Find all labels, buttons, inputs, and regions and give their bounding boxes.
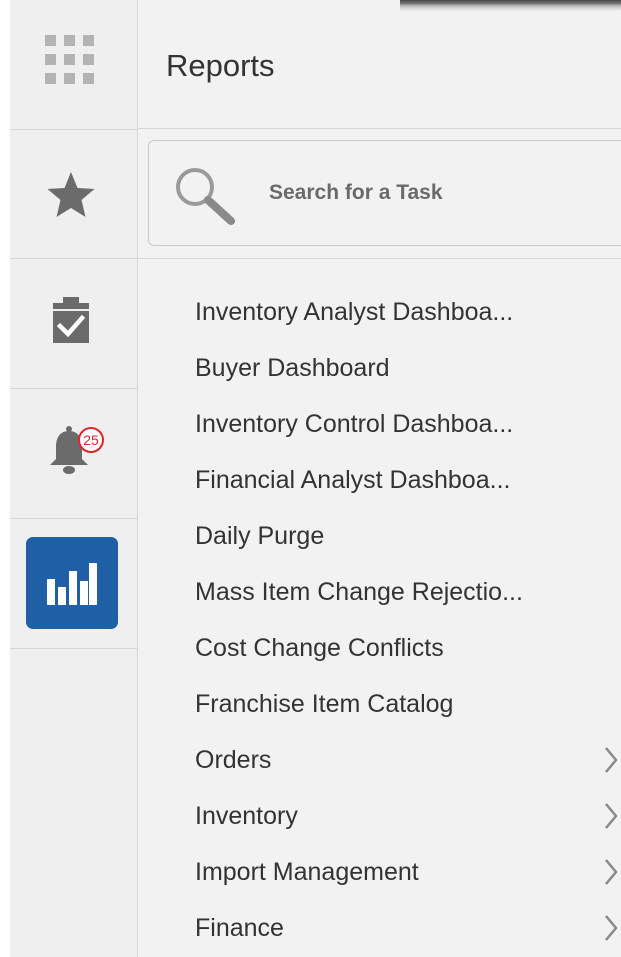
menu-item-label: Finance [195,914,284,942]
rail-item-reports[interactable] [10,519,137,649]
notification-badge: 25 [78,427,104,453]
menu-item-inventory-analyst-dashboard[interactable]: Inventory Analyst Dashboa... [138,284,621,340]
search-input[interactable] [269,171,569,215]
menu-item-inventory-control-dashboard[interactable]: Inventory Control Dashboa... [138,396,621,452]
rail-item-tasks[interactable] [10,259,137,389]
rail-item-favorites[interactable] [10,129,137,259]
page-title: Reports [166,48,275,83]
clipboard-check-icon [53,297,89,343]
menu-item-label: Inventory Control Dashboa... [195,410,514,438]
rail-item-apps[interactable] [10,0,137,130]
title-divider [138,128,621,129]
menu-item-label: Inventory [195,802,298,830]
grid-icon [45,35,94,84]
menu-item-label: Financial Analyst Dashboa... [195,466,511,494]
menu-item-franchise-item-catalog[interactable]: Franchise Item Catalog [138,676,621,732]
search-divider [138,258,621,259]
menu-item-cost-change-conflicts[interactable]: Cost Change Conflicts [138,620,621,676]
top-shadow [400,0,621,12]
menu-item-label: Mass Item Change Rejectio... [195,578,523,606]
menu-item-buyer-dashboard[interactable]: Buyer Dashboard [138,340,621,396]
app-window: 25 Reports Search for a Task Inventory A… [0,0,621,957]
menu-item-label: Inventory Analyst Dashboa... [195,298,514,326]
search-box[interactable] [148,140,621,246]
reports-tile [26,537,118,629]
menu-item-label: Daily Purge [195,522,325,550]
menu-item-inventory[interactable]: Inventory [138,788,621,844]
rail-item-notifications[interactable]: 25 [10,389,137,519]
left-edge [0,0,10,957]
menu-item-label: Buyer Dashboard [195,354,390,382]
chevron-right-icon [605,747,618,773]
chevron-right-icon [605,803,618,829]
main-panel: Reports Inventory Analyst Dashboa... Buy… [138,0,621,957]
reports-menu: Inventory Analyst Dashboa... Buyer Dashb… [138,284,621,956]
search-icon [176,168,235,225]
bar-chart-icon [47,563,97,605]
menu-item-daily-purge[interactable]: Daily Purge [138,508,621,564]
chevron-right-icon [605,915,618,941]
menu-item-mass-item-change-rejection[interactable]: Mass Item Change Rejectio... [138,564,621,620]
navigation-rail: 25 [10,0,138,957]
menu-item-label: Cost Change Conflicts [195,634,444,662]
star-icon [47,172,95,217]
menu-item-label: Franchise Item Catalog [195,690,454,718]
menu-item-financial-analyst-dashboard[interactable]: Financial Analyst Dashboa... [138,452,621,508]
menu-item-finance[interactable]: Finance [138,900,621,956]
chevron-right-icon [605,859,618,885]
menu-item-orders[interactable]: Orders [138,732,621,788]
menu-item-label: Import Management [195,858,419,886]
menu-item-import-management[interactable]: Import Management [138,844,621,900]
menu-item-label: Orders [195,746,272,774]
